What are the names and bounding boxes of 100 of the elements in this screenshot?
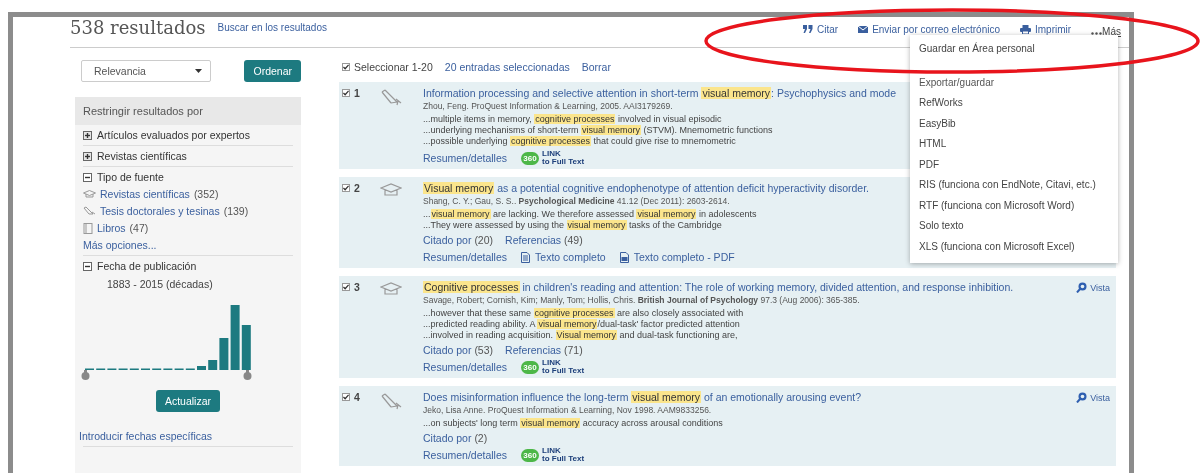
citation-text: Savage, Robert; Cornish, Kim; Manly, Tom; Hollis, Chris. British Journal of Psychology 97.3 (Aug 2006): 365-385. [423, 295, 860, 305]
metric-link[interactable]: Referencias [505, 344, 562, 356]
mortarboard-icon [83, 190, 96, 198]
toolbar-action-link[interactable]: Citar [803, 21, 839, 37]
clear-link[interactable]: Borrar [581, 61, 611, 73]
sort-select[interactable]: Relevancia [81, 60, 211, 82]
metric-count: (71) [564, 344, 583, 356]
result-title-link[interactable]: Does misinformation influence the long-term visual memory of an emotionally arousing event? [423, 391, 861, 403]
pdf-link[interactable]: Texto completo - PDF [619, 251, 735, 263]
metric-count: (49) [564, 234, 583, 246]
metric-link[interactable]: Referencias [505, 234, 562, 246]
snippet-text: ...involved in reading acquisition. Visual memory and dual-task functioning are, [423, 330, 738, 341]
full-text-link[interactable]: Texto completo [521, 251, 606, 263]
menu-item[interactable]: Solo texto [910, 216, 1118, 237]
result-number: 2 [354, 184, 360, 193]
result-number: 4 [354, 393, 360, 402]
facet-count: (47) [129, 222, 149, 234]
menu-item[interactable]: XLS (funciona con Microsoft Excel) [910, 236, 1118, 257]
ellipsis-icon [1091, 32, 1103, 35]
result-title-link[interactable]: Cognitive processes in children's reading and attention: The role of working memory, divided attention, and response inhibition. [423, 281, 1014, 293]
magnifier-icon [1076, 392, 1088, 403]
snippet-text: ...however that these same cognitive processes are also closely associated with [423, 308, 744, 319]
abstract-link[interactable]: Resumen/detalles [423, 152, 508, 164]
scroll-icon [380, 392, 402, 410]
envelope-icon [858, 25, 869, 33]
facet-option-link[interactable]: Tesis doctorales y tesinas [100, 205, 220, 217]
checkbox[interactable] [342, 63, 350, 71]
abstract-link[interactable]: Resumen/detalles [423, 251, 508, 263]
abstract-link[interactable]: Resumen/detalles [423, 449, 508, 461]
pdf-document-icon [619, 251, 629, 263]
specific-dates-link[interactable]: Introducir fechas específicas [79, 430, 293, 442]
panel-heading: Restringir resultados por [75, 97, 301, 125]
facet-option-link[interactable]: Libros [97, 222, 126, 234]
search-within-link[interactable]: Buscar en los resultados [217, 22, 327, 33]
abstract-link[interactable]: Resumen/detalles [423, 361, 508, 373]
facet-title[interactable]: Fecha de publicación [97, 260, 197, 272]
metric-count: (53) [474, 344, 494, 356]
citation-text: Jeko, Lisa Anne. ProQuest Information & Learning, Nov 1998. AAM9833256. [423, 405, 712, 415]
menu-item[interactable]: EasyBib [910, 113, 1118, 134]
plus-box-icon[interactable] [83, 151, 92, 161]
menu-item[interactable]: HTML [910, 134, 1118, 155]
scroll-icon [83, 206, 96, 216]
metric-count: (2) [474, 432, 488, 444]
results-count: 538 resultados [70, 17, 206, 39]
preview-link[interactable]: Vista [1076, 282, 1110, 293]
snippet-text: ...on subjects' long term visual memory accuracy across arousal conditions [423, 418, 723, 429]
snippet-text: ...possible underlying cognitive processes that could give rise to mnemometric [423, 136, 736, 147]
menu-item[interactable]: RTF (funciona con Microsoft Word) [910, 195, 1118, 216]
facet-count: (352) [193, 188, 219, 200]
menu-heading: Exportar/guardar [918, 75, 996, 90]
metric-link[interactable]: Citado por [423, 234, 472, 246]
facet-title[interactable]: Revistas científicas [97, 150, 187, 162]
result-number: 1 [354, 89, 360, 98]
citation-text: Shang, C. Y.; Gau, S. S.. Psychological Medicine 41.12 (Dec 2011): 2603-2614. [423, 196, 730, 206]
toolbar-action-link[interactable]: Imprimir [1020, 21, 1072, 37]
toolbar-action-link[interactable]: Enviar por correo electrónico [858, 21, 1000, 37]
result-title-link[interactable]: Visual memory as a potential cognitive endophenotype of attention deficit hyperactivity disorder. [423, 182, 869, 194]
more-options-link[interactable]: Más opciones... [83, 239, 293, 251]
snippet-text: ...predicted reading ability. A visual memory/dual-task' factor predicted attention [423, 319, 740, 330]
minus-box-icon[interactable] [83, 261, 92, 271]
magnifier-icon [1076, 282, 1088, 293]
menu-item[interactable]: RefWorks [910, 93, 1118, 114]
mortarboard-icon [380, 282, 402, 295]
minus-box-icon[interactable] [83, 172, 92, 182]
sort-button[interactable]: Ordenar [244, 60, 301, 82]
toolbar-action-link[interactable]: Más [1091, 26, 1121, 37]
metric-link[interactable]: Citado por [423, 344, 472, 356]
citation-text: Zhou, Feng. ProQuest Information & Learning, 2005. AAI3179269. [423, 101, 673, 111]
result-number: 3 [354, 283, 360, 292]
book-icon [83, 222, 93, 234]
menu-item[interactable]: PDF [910, 154, 1118, 175]
selected-entries-link[interactable]: 20 entradas seleccionadas [444, 61, 570, 73]
snippet-text: ...multiple items in memory, cognitive processes involved in visual episodic [423, 114, 722, 125]
checkbox[interactable] [342, 89, 350, 97]
quote-icon [803, 25, 813, 33]
facet-title[interactable]: Tipo de fuente [97, 171, 164, 183]
snippet-text: ...visual memory are lacking. We therefore assessed visual memory in adolescents [423, 209, 757, 220]
metric-count: (20) [474, 234, 494, 246]
snippet-text: ...They were assessed by using the visual memory tasks of the Cambridge [423, 220, 722, 231]
select-range-label: Seleccionar 1-20 [354, 61, 433, 73]
facet-count: (139) [223, 205, 249, 217]
preview-link[interactable]: Vista [1076, 392, 1110, 403]
metric-link[interactable]: Citado por [423, 432, 472, 444]
range-handle[interactable] [243, 370, 252, 380]
date-range-text: 1883 - 2015 (décadas) [107, 278, 214, 290]
menu-item[interactable]: Guardar en Área personal [910, 39, 1118, 60]
checkbox[interactable] [342, 283, 350, 291]
result-title-link[interactable]: Information processing and selective attention in short-term visual memory: Psychophysics and mode [423, 87, 896, 99]
facet-option-link[interactable]: Revistas científicas [100, 188, 190, 200]
mortarboard-icon [380, 183, 402, 196]
update-button[interactable]: Actualizar [155, 390, 221, 412]
scroll-icon [380, 88, 402, 106]
plus-box-icon[interactable] [83, 130, 92, 140]
facet-title[interactable]: Artículos evaluados por expertos [97, 129, 250, 141]
menu-item[interactable]: RIS (funciona con EndNote, Citavi, etc.) [910, 175, 1118, 196]
range-handle[interactable] [81, 370, 90, 380]
caret-icon [195, 69, 202, 73]
checkbox[interactable] [342, 184, 350, 192]
snippet-text: ...underlying mechanisms of short-term visual memory (STVM). Mnemometric functions [423, 125, 773, 136]
checkbox[interactable] [342, 393, 350, 401]
